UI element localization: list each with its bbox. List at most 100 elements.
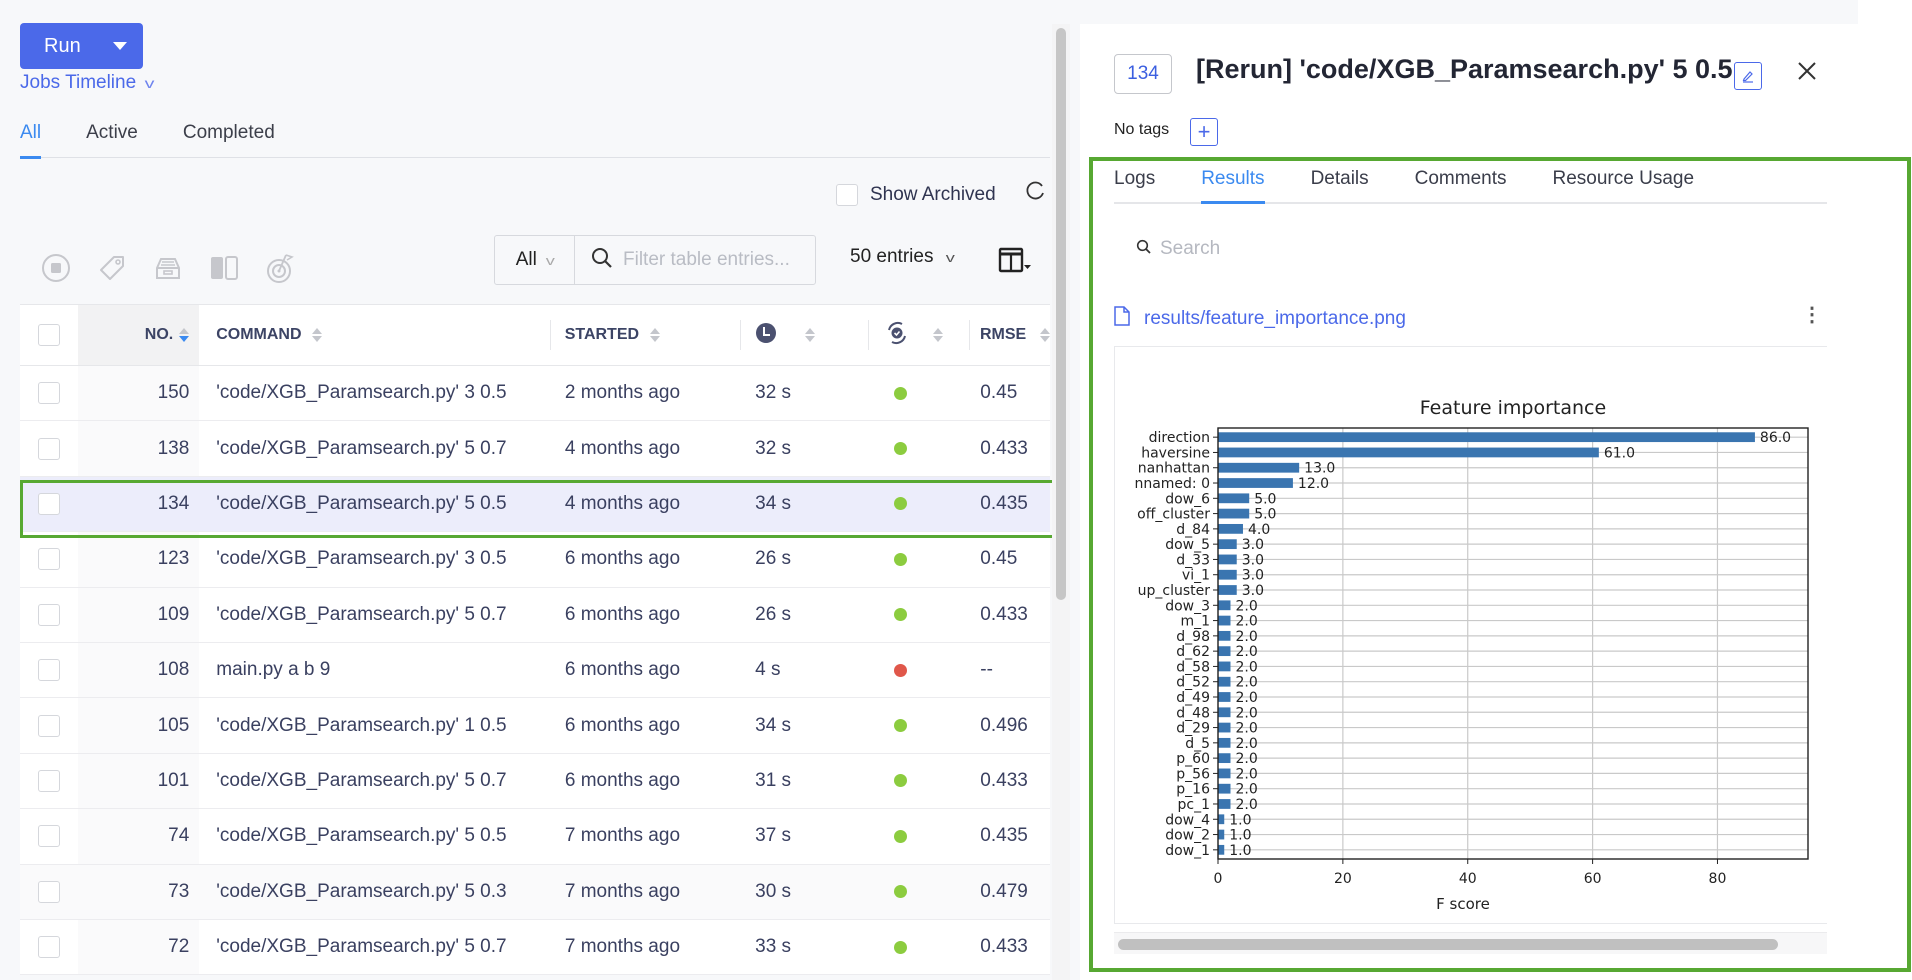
job-started: 7 months ago bbox=[564, 825, 681, 847]
row-select-cell bbox=[20, 809, 78, 863]
table-scrollbar[interactable] bbox=[1056, 28, 1066, 600]
archive-icon[interactable] bbox=[152, 252, 184, 284]
chart-title: Feature importance bbox=[1420, 397, 1606, 419]
table-row[interactable]: 109 'code/XGB_Paramsearch.py' 5 0.7 6 mont… bbox=[20, 587, 1050, 643]
column-selector-icon[interactable] bbox=[998, 246, 1034, 279]
tab-comments[interactable]: Comments bbox=[1415, 164, 1507, 202]
tab-completed[interactable]: Completed bbox=[183, 122, 275, 158]
results-search-input[interactable] bbox=[1160, 238, 1460, 260]
row-checkbox[interactable] bbox=[37, 825, 60, 848]
job-rmse: 0.435 bbox=[980, 825, 1028, 847]
row-checkbox[interactable] bbox=[37, 769, 60, 792]
table-row[interactable]: 108 main.py a b 9 6 months ago 4 s -- bbox=[20, 642, 1050, 699]
show-archived-toggle[interactable]: Show Archived bbox=[836, 184, 996, 206]
column-header-rmse[interactable]: RMSE bbox=[970, 326, 1051, 344]
row-checkbox[interactable] bbox=[37, 548, 60, 571]
job-command: 'code/XGB_Paramsearch.py' 3 0.5 bbox=[216, 382, 507, 404]
bar bbox=[1218, 768, 1231, 779]
result-file-link[interactable]: results/feature_importance.png bbox=[1144, 308, 1406, 330]
table-row[interactable]: 101 'code/XGB_Paramsearch.py' 5 0.7 6 mont… bbox=[20, 753, 1050, 810]
x-tick-label: 0 bbox=[1214, 871, 1223, 887]
run-button[interactable]: Run bbox=[20, 23, 143, 69]
sort-icon[interactable] bbox=[804, 328, 815, 342]
run-dropdown-caret-icon[interactable] bbox=[113, 42, 127, 50]
row-select-cell bbox=[20, 643, 78, 697]
filter-scope-dropdown[interactable]: All v bbox=[495, 236, 575, 284]
table-row[interactable]: 74 'code/XGB_Paramsearch.py' 5 0.5 7 month… bbox=[20, 809, 1050, 865]
table-row[interactable]: 138 'code/XGB_Paramsearch.py' 5 0.7 4 mont… bbox=[20, 421, 1050, 477]
sort-icon[interactable] bbox=[649, 327, 660, 342]
row-checkbox[interactable] bbox=[37, 936, 60, 959]
bar bbox=[1218, 799, 1231, 809]
value-label: 2.0 bbox=[1235, 659, 1257, 675]
sort-icon[interactable] bbox=[312, 327, 322, 342]
close-details-button[interactable] bbox=[1796, 58, 1818, 88]
job-number: 74 bbox=[77, 809, 200, 864]
tab-details[interactable]: Details bbox=[1311, 164, 1369, 202]
table-row[interactable]: 123 'code/XGB_Paramsearch.py' 3 0.5 6 mont… bbox=[20, 532, 1050, 588]
target-flag-icon[interactable] bbox=[264, 252, 296, 284]
edit-title-button[interactable] bbox=[1734, 62, 1762, 90]
bar bbox=[1218, 478, 1293, 488]
column-header-started[interactable]: STARTED bbox=[551, 326, 740, 344]
job-status bbox=[870, 940, 970, 954]
sort-icon[interactable] bbox=[1040, 328, 1051, 342]
tab-active[interactable]: Active bbox=[86, 122, 138, 158]
sort-icon[interactable] bbox=[933, 328, 944, 342]
status-success-icon bbox=[893, 774, 907, 788]
tab-logs[interactable]: Logs bbox=[1114, 164, 1155, 202]
row-checkbox[interactable] bbox=[37, 880, 60, 903]
add-tag-button[interactable]: + bbox=[1190, 118, 1218, 146]
row-checkbox[interactable] bbox=[37, 603, 60, 626]
job-duration: 33 s bbox=[755, 936, 792, 958]
y-tick-label: p_56 bbox=[1176, 766, 1210, 782]
image-scroll-track[interactable] bbox=[1114, 932, 1827, 954]
row-checkbox[interactable] bbox=[37, 382, 60, 405]
filter-search-input[interactable] bbox=[623, 249, 813, 271]
view-selector-label: Jobs Timeline bbox=[20, 72, 137, 93]
tag-icon[interactable] bbox=[96, 252, 128, 284]
column-header-command[interactable]: COMMAND bbox=[199, 326, 549, 344]
job-rmse: 0.496 bbox=[980, 714, 1028, 736]
status-success-icon bbox=[893, 885, 907, 899]
row-checkbox[interactable] bbox=[37, 492, 60, 515]
row-checkbox[interactable] bbox=[37, 659, 60, 682]
bar bbox=[1218, 569, 1237, 580]
column-header-duration[interactable] bbox=[741, 322, 868, 349]
table-row[interactable]: 134 'code/XGB_Paramsearch.py' 5 0.5 4 mont… bbox=[20, 476, 1050, 533]
y-tick-label: haversine bbox=[1141, 445, 1210, 461]
column-header-rmse-label: RMSE bbox=[980, 326, 1027, 343]
job-status bbox=[870, 774, 970, 788]
table-row[interactable]: 72 'code/XGB_Paramsearch.py' 5 0.7 7 month… bbox=[20, 919, 1050, 976]
view-selector[interactable]: Jobs Timeline v bbox=[20, 72, 155, 94]
table-row[interactable]: 105 'code/XGB_Paramsearch.py' 1 0.5 6 mont… bbox=[20, 698, 1050, 754]
job-command: main.py a b 9 bbox=[216, 659, 331, 681]
row-checkbox[interactable] bbox=[37, 437, 60, 460]
select-all-checkbox[interactable] bbox=[37, 324, 60, 346]
job-rmse: 0.433 bbox=[980, 603, 1028, 625]
tab-results[interactable]: Results bbox=[1201, 164, 1265, 204]
table-row[interactable]: 150 'code/XGB_Paramsearch.py' 3 0.5 2 mont… bbox=[20, 366, 1050, 422]
more-options-icon[interactable]: ⋮ bbox=[1802, 302, 1822, 327]
sort-descending-icon[interactable] bbox=[179, 328, 190, 342]
job-rmse: 0.433 bbox=[980, 936, 1028, 958]
tab-all[interactable]: All bbox=[20, 122, 42, 159]
column-header-status[interactable] bbox=[869, 321, 969, 350]
compare-icon[interactable] bbox=[208, 252, 240, 284]
show-archived-checkbox[interactable] bbox=[836, 184, 858, 206]
stop-icon[interactable] bbox=[40, 252, 72, 284]
table-row[interactable]: 73 'code/XGB_Paramsearch.py' 5 0.3 7 month… bbox=[20, 864, 1050, 920]
job-status bbox=[870, 442, 970, 456]
entries-per-page-dropdown[interactable]: 50 entries v bbox=[850, 246, 955, 268]
job-number: 109 bbox=[77, 587, 200, 642]
image-horizontal-scrollbar[interactable] bbox=[1118, 939, 1778, 950]
y-tick-label: dow_3 bbox=[1165, 598, 1210, 614]
job-started: 4 months ago bbox=[564, 492, 681, 514]
y-tick-label: d_52 bbox=[1176, 675, 1210, 691]
row-checkbox[interactable] bbox=[37, 714, 60, 737]
job-command: 'code/XGB_Paramsearch.py' 5 0.7 bbox=[216, 936, 507, 958]
column-header-no[interactable]: NO. bbox=[77, 305, 200, 365]
tab-resource-usage[interactable]: Resource Usage bbox=[1553, 164, 1695, 202]
refresh-icon[interactable] bbox=[1024, 180, 1046, 209]
filter-scope-value: All bbox=[515, 249, 537, 270]
